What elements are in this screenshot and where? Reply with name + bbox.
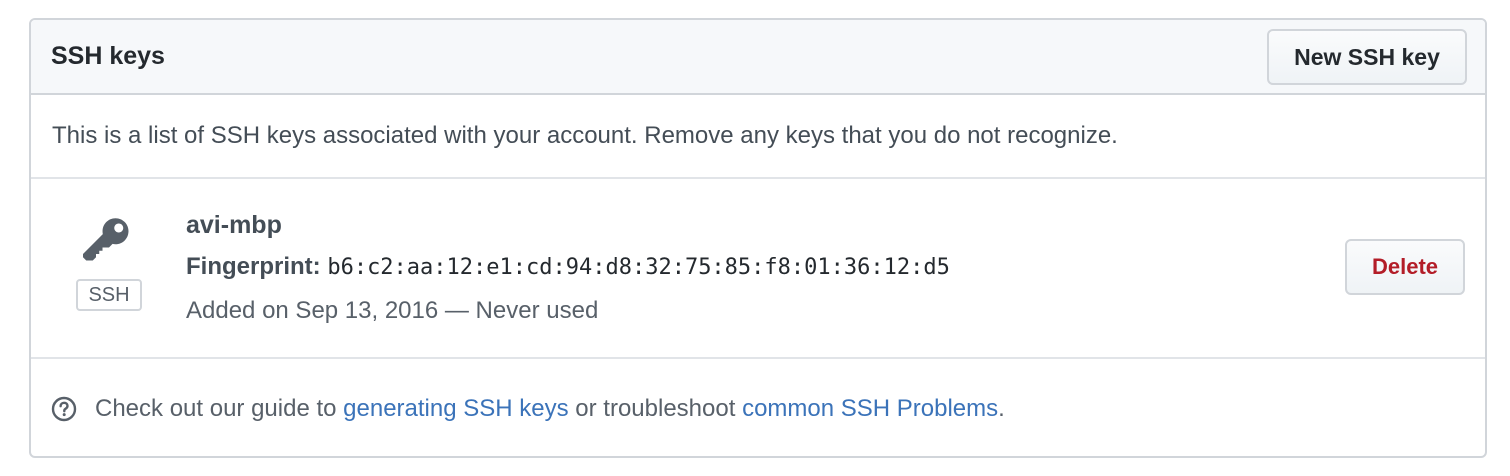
- added-date: Added on Sep 13, 2016 — Never used: [186, 297, 599, 324]
- key-info: avi-mbp Fingerprint: b6:c2:aa:12:e1:cd:9…: [186, 205, 950, 333]
- intro-text: This is a list of SSH keys associated wi…: [31, 95, 1485, 179]
- fingerprint: Fingerprint: b6:c2:aa:12:e1:cd:94:d8:32:…: [186, 245, 950, 289]
- footer-middle: or troubleshoot: [568, 394, 743, 422]
- delete-key-button[interactable]: Delete: [1345, 239, 1465, 295]
- page-title: SSH keys: [51, 42, 165, 70]
- fingerprint-value: b6:c2:aa:12:e1:cd:94:d8:32:75:85:f8:01:3…: [327, 255, 950, 280]
- question-circle-icon: [51, 396, 77, 421]
- footer-suffix: .: [998, 394, 1005, 422]
- common-ssh-problems-link[interactable]: common SSH Problems: [742, 395, 998, 423]
- ssh-key-row: SSH avi-mbp Fingerprint: b6:c2:aa:12:e1:…: [31, 179, 1485, 359]
- key-title: avi-mbp: [186, 211, 282, 239]
- fingerprint-label: Fingerprint:: [186, 253, 321, 280]
- new-ssh-key-button[interactable]: New SSH key: [1267, 28, 1467, 85]
- help-footer: Check out our guide to generating SSH ke…: [31, 359, 1485, 456]
- generating-ssh-keys-link[interactable]: generating SSH keys: [343, 395, 568, 423]
- key-icon: [83, 218, 129, 261]
- ssh-badge: SSH: [76, 279, 142, 311]
- footer-prefix: Check out our guide to: [95, 394, 344, 422]
- key-icon-column: SSH: [71, 215, 147, 311]
- panel-header: SSH keys New SSH key: [31, 20, 1485, 95]
- ssh-keys-panel: SSH keys New SSH key This is a list of S…: [29, 18, 1487, 458]
